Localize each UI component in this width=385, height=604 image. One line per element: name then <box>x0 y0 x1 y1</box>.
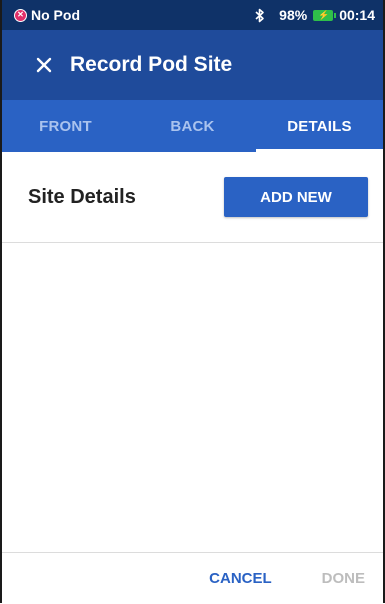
tab-back[interactable]: BACK <box>129 100 256 152</box>
close-icon <box>36 57 52 73</box>
add-new-button[interactable]: ADD NEW <box>224 177 368 217</box>
section-header: Site Details ADD NEW <box>2 152 383 243</box>
clock: 00:14 <box>339 7 375 23</box>
tab-details[interactable]: DETAILS <box>256 100 383 152</box>
section-title: Site Details <box>28 185 136 208</box>
pod-error-icon: ✕ <box>14 8 27 22</box>
bluetooth-icon <box>255 8 265 23</box>
close-button[interactable] <box>24 45 64 85</box>
pod-status: ✕ No Pod <box>14 7 80 23</box>
site-list <box>2 243 383 552</box>
battery-charging-icon: ⚡ <box>313 9 337 21</box>
title-bar: Record Pod Site <box>2 30 383 100</box>
tab-bar: FRONT BACK DETAILS <box>2 100 383 152</box>
done-button: DONE <box>321 570 365 587</box>
status-bar: ✕ No Pod 98% ⚡ 00:14 <box>2 0 383 30</box>
footer-bar: CANCEL DONE <box>2 552 383 604</box>
app-screen: ✕ No Pod 98% ⚡ 00:14 Record Pod Site FRO… <box>0 0 385 603</box>
page-title: Record Pod Site <box>70 53 233 76</box>
battery-percent: 98% <box>279 7 308 23</box>
tab-front[interactable]: FRONT <box>2 100 129 152</box>
pod-status-label: No Pod <box>31 7 80 23</box>
cancel-button[interactable]: CANCEL <box>209 570 272 587</box>
status-right: 98% ⚡ 00:14 <box>255 7 375 23</box>
